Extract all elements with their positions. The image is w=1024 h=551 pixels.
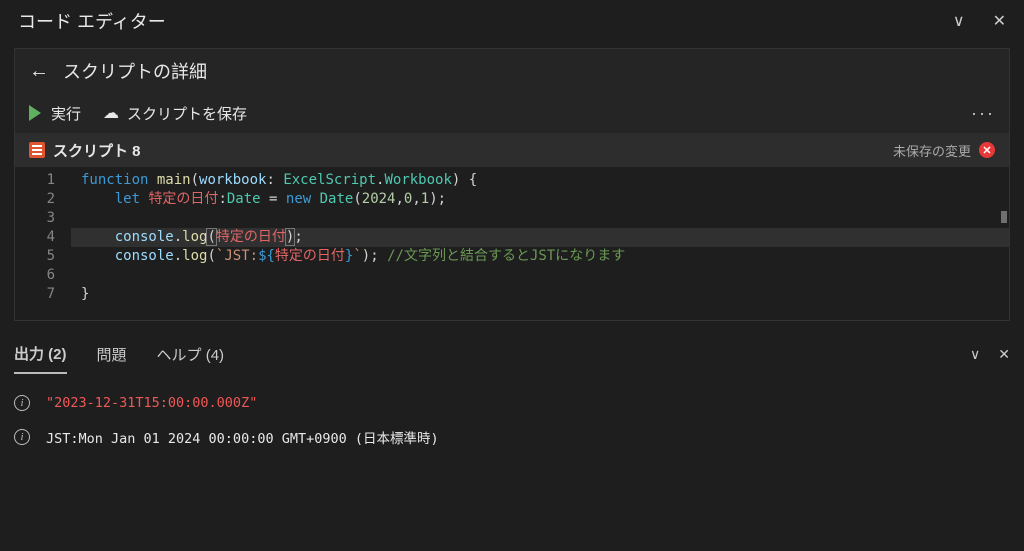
code-line[interactable]: console.log(`JST:${特定の日付}`); //文字列と結合すると…	[71, 247, 1009, 266]
minimap-indicator[interactable]	[1001, 211, 1007, 223]
code-line[interactable]	[71, 266, 1009, 285]
titlebar: コード エディター ∨ ✕	[0, 0, 1024, 42]
code-line[interactable]: function main(workbook: ExcelScript.Work…	[71, 171, 1009, 190]
code-line[interactable]: }	[71, 285, 1009, 304]
script-name: スクリプト 8	[53, 140, 893, 161]
output-panel: i "2023-12-31T15:00:00.000Z" i JST:Mon J…	[0, 375, 1024, 483]
line-number: 4	[15, 228, 55, 247]
unsaved-error-icon[interactable]: ✕	[979, 142, 995, 158]
header-row: ← スクリプトの詳細	[15, 49, 1009, 93]
editor-panel: ← スクリプトの詳細 実行 ☁ スクリプトを保存 ··· スクリプト 8 未保存…	[14, 48, 1010, 321]
output-text: JST:Mon Jan 01 2024 00:00:00 GMT+0900 (日…	[46, 427, 439, 447]
tab-output[interactable]: 出力 (2)	[14, 335, 67, 374]
output-text: "2023-12-31T15:00:00.000Z"	[46, 395, 257, 411]
code-editor[interactable]: 1234567 function main(workbook: ExcelScr…	[15, 167, 1009, 320]
chevron-down-icon[interactable]: ∨	[953, 11, 965, 31]
script-bar: スクリプト 8 未保存の変更 ✕	[15, 133, 1009, 167]
back-arrow-icon[interactable]: ←	[29, 60, 49, 83]
panel-collapse-icon[interactable]: ∨	[970, 346, 980, 363]
line-number: 2	[15, 190, 55, 209]
details-title: スクリプトの詳細	[63, 58, 207, 84]
script-file-icon	[29, 142, 45, 158]
tab-problems[interactable]: 問題	[97, 336, 127, 373]
more-menu-icon[interactable]: ···	[971, 103, 995, 124]
bottom-tabs: 出力 (2) 問題 ヘルプ (4) ∨ ✕	[0, 335, 1024, 375]
line-gutter: 1234567	[15, 171, 71, 314]
cloud-save-icon[interactable]: ☁	[103, 103, 119, 123]
output-line: i "2023-12-31T15:00:00.000Z"	[14, 395, 1010, 411]
run-button[interactable]: 実行	[51, 103, 81, 124]
panel-close-icon[interactable]: ✕	[998, 346, 1010, 363]
info-icon: i	[14, 429, 30, 445]
unsaved-label: 未保存の変更	[893, 141, 971, 160]
code-line[interactable]: let 特定の日付:Date = new Date(2024,0,1);	[71, 190, 1009, 209]
code-area[interactable]: function main(workbook: ExcelScript.Work…	[71, 171, 1009, 314]
close-icon[interactable]: ✕	[993, 11, 1006, 31]
code-line[interactable]	[71, 209, 1009, 228]
toolbar: 実行 ☁ スクリプトを保存 ···	[15, 93, 1009, 133]
tab-help[interactable]: ヘルプ (4)	[157, 336, 225, 373]
save-script-button[interactable]: スクリプトを保存	[127, 103, 247, 124]
line-number: 6	[15, 266, 55, 285]
line-number: 5	[15, 247, 55, 266]
line-number: 7	[15, 285, 55, 304]
info-icon: i	[14, 395, 30, 411]
line-number: 3	[15, 209, 55, 228]
line-number: 1	[15, 171, 55, 190]
output-line: i JST:Mon Jan 01 2024 00:00:00 GMT+0900 …	[14, 427, 1010, 447]
play-icon[interactable]	[29, 105, 41, 121]
titlebar-title: コード エディター	[18, 8, 953, 34]
code-line[interactable]: console.log(特定の日付);	[71, 228, 1009, 247]
